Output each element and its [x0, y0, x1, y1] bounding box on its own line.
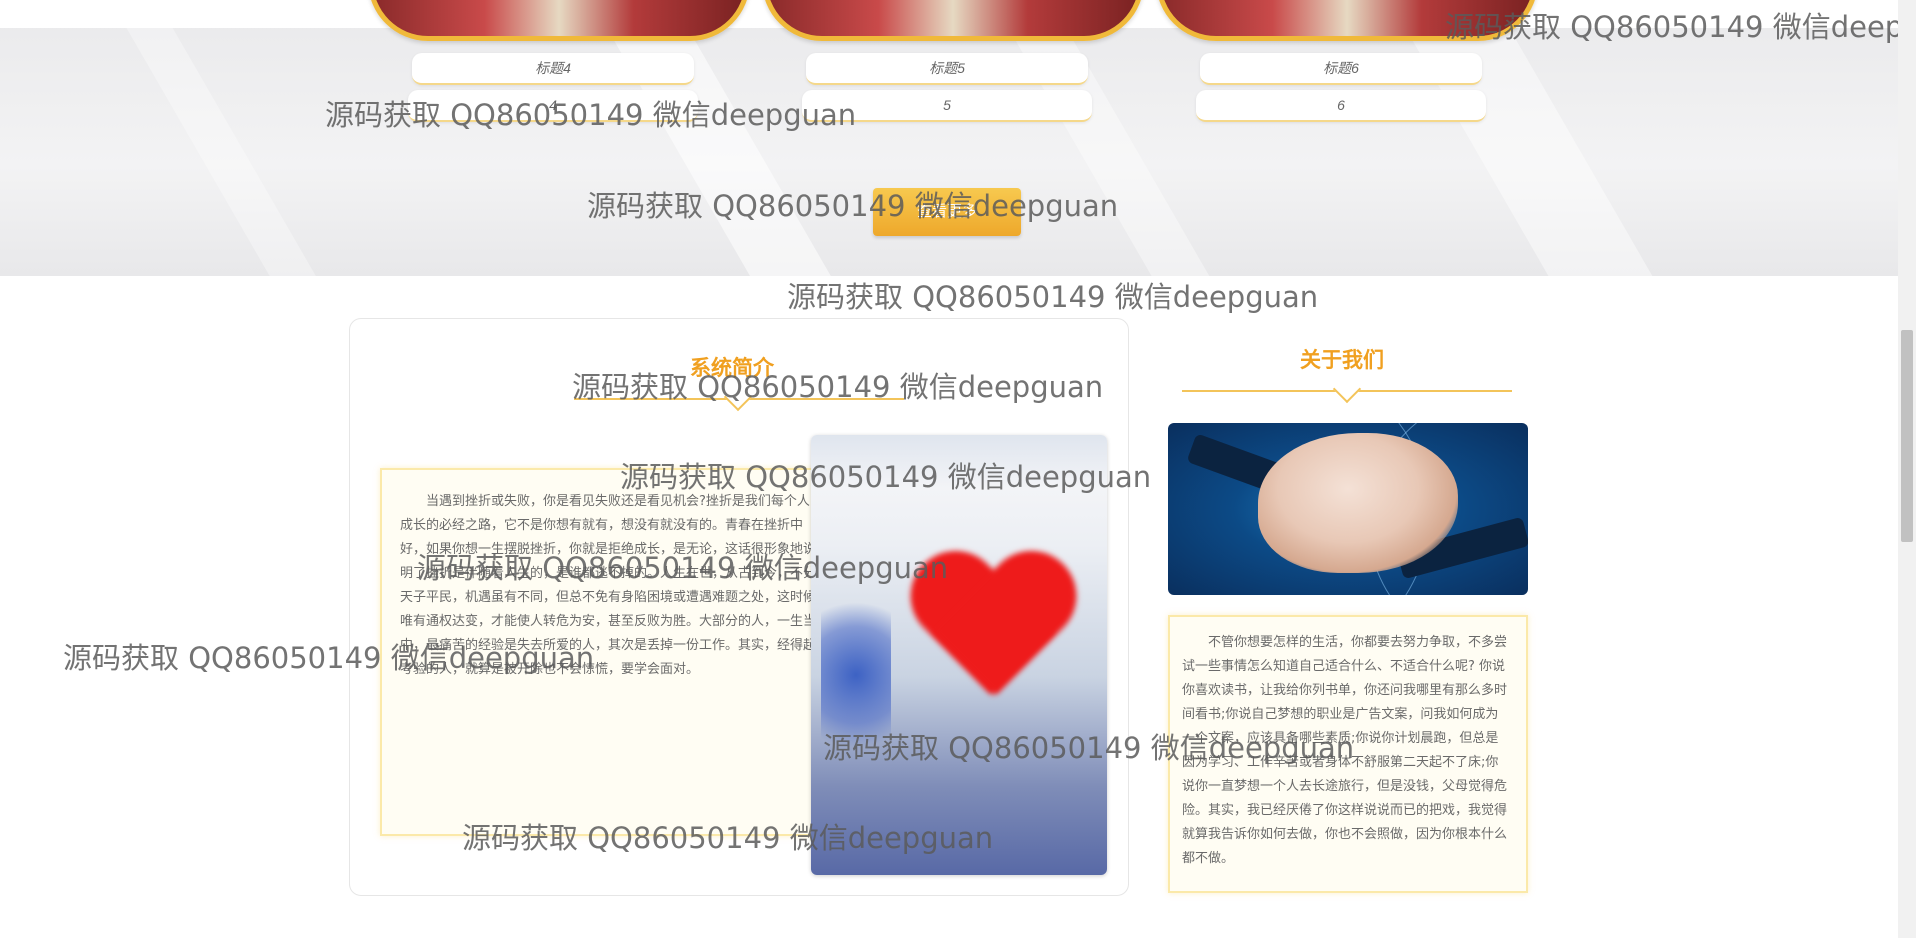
view-more-button[interactable]: 查看更多 [873, 188, 1021, 236]
gallery-section: 标题4 4 标题5 5 标题6 6 查看更多 [0, 0, 1898, 276]
heart-blue-shape [821, 585, 891, 765]
about-text-card: 不管你想要怎样的生活，你都要去努力争取，不多尝试一些事情怎么知道自己适合什么、不… [1168, 615, 1528, 893]
intro-paragraph: 当遇到挫折或失败，你是看见失败还是看见机会?挫折是我们每个人成长的必经之路，它不… [400, 494, 817, 677]
card-number: 5 [802, 90, 1092, 122]
watermark-text: 源码获取 QQ86050149 微信deepguan [787, 280, 1319, 314]
page-scrollbar[interactable] [1898, 0, 1916, 938]
card-title[interactable]: 标题4 [412, 53, 694, 85]
about-title: 关于我们 [1300, 348, 1384, 372]
about-paragraph: 不管你想要怎样的生活，你都要去努力争取，不多尝试一些事情怎么知道自己适合什么、不… [1182, 635, 1508, 866]
stacked-hands [1258, 433, 1458, 573]
intro-title: 系统简介 [690, 356, 774, 380]
about-chevron-icon [1332, 374, 1362, 404]
intro-text-card: 当遇到挫折或失败，你是看见失败还是看见机会?挫折是我们每个人成长的必经之路，它不… [380, 468, 836, 836]
card-title[interactable]: 标题6 [1200, 53, 1482, 85]
team-hands-image [1168, 423, 1528, 595]
card-title[interactable]: 标题5 [806, 53, 1088, 85]
card-number: 4 [408, 90, 698, 122]
card-number: 6 [1196, 90, 1486, 122]
card-image-frame[interactable] [1156, 0, 1538, 41]
card-image-frame[interactable] [368, 0, 750, 41]
scrollbar-thumb[interactable] [1901, 330, 1913, 542]
light-beam [1356, 0, 1734, 276]
heart-shape [906, 555, 1076, 725]
light-beam [77, 0, 363, 276]
light-beam [554, 0, 916, 276]
heart-image [811, 435, 1107, 875]
card-image-frame[interactable] [762, 0, 1144, 41]
